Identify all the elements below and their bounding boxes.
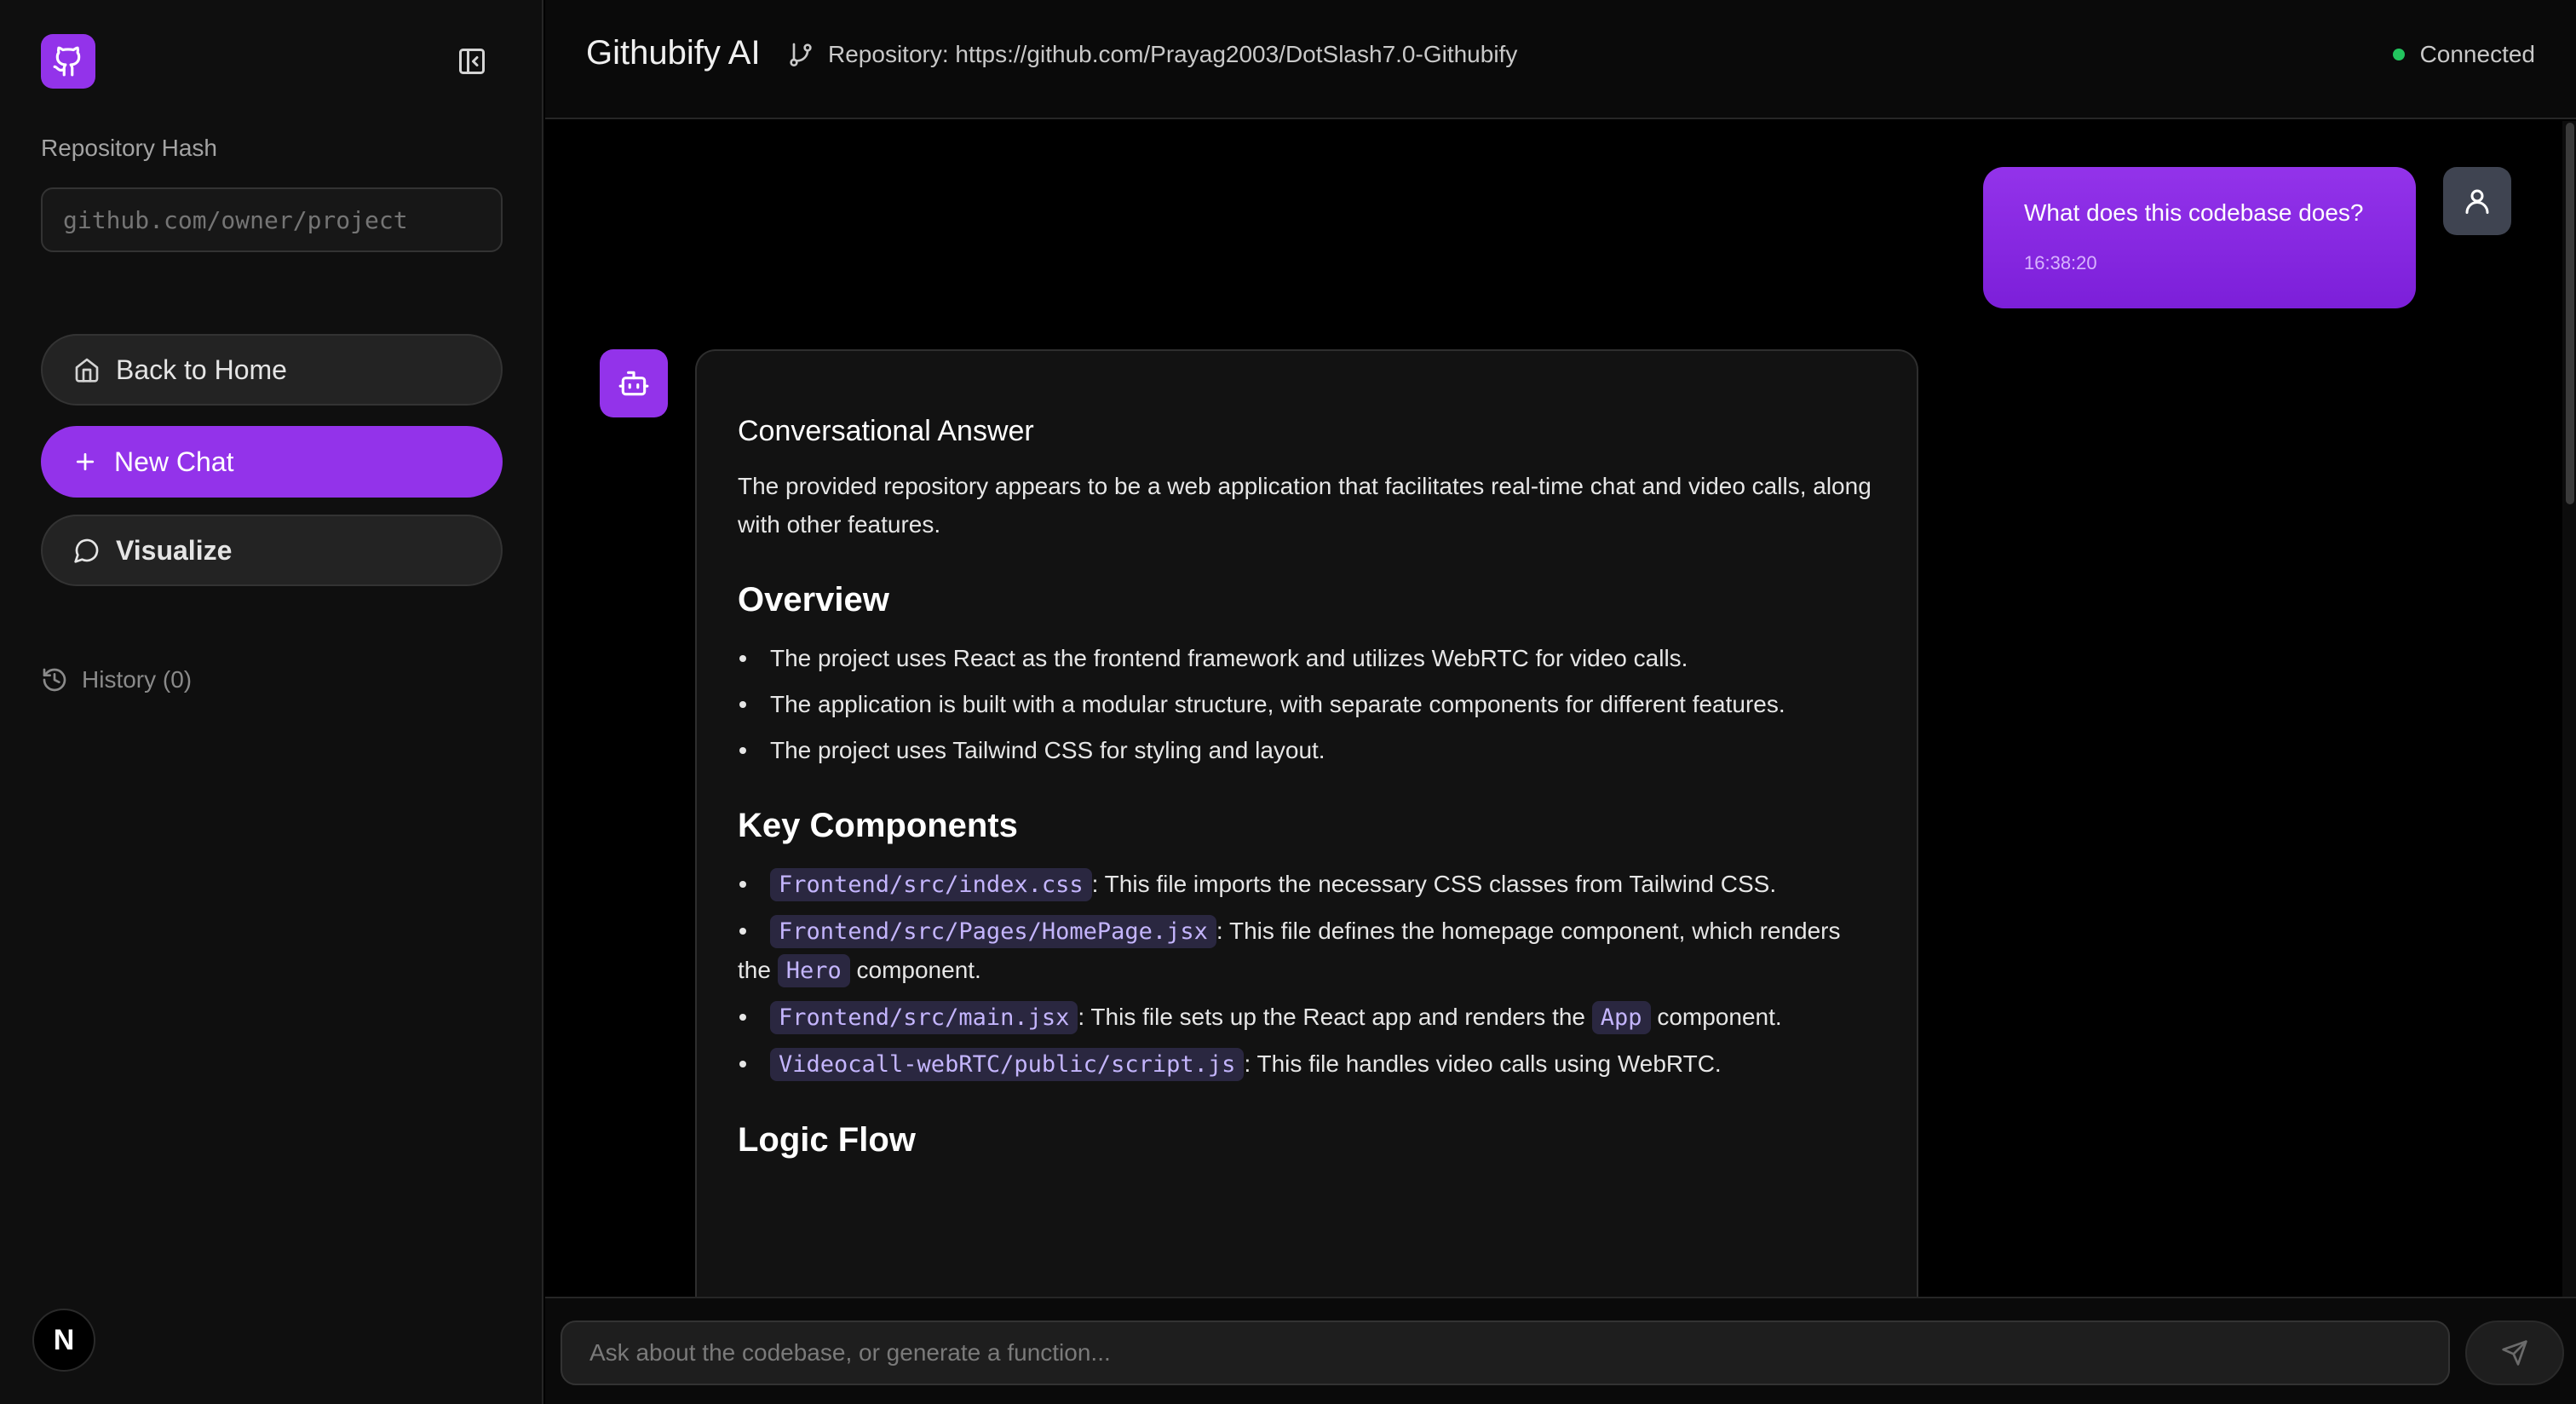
user-avatar-n[interactable]: N [32,1309,95,1372]
component-description: : This file imports the necessary CSS cl… [1091,871,1777,897]
inline-code: Frontend/src/Pages/HomePage.jsx [770,915,1216,948]
bot-message-card: Conversational Answer The provided repos… [695,349,1918,1297]
home-icon [70,353,104,387]
chat-scrollbar[interactable] [2562,121,2576,1297]
message-composer [545,1297,2576,1404]
back-to-home-button[interactable]: Back to Home [41,334,503,406]
git-branch-icon [790,43,812,66]
history-icon [43,668,66,692]
inline-code: Frontend/src/main.jsx [770,1001,1078,1034]
user-message-bubble: What does this codebase does? 16:38:20 [1983,167,2416,308]
components-list: Frontend/src/index.css: This file import… [738,865,1876,1084]
overview-heading: Overview [738,581,889,619]
app-title: Githubify AI [586,34,761,72]
user-icon [2465,189,2489,214]
visualize-button[interactable]: Visualize [41,515,503,586]
status-dot-icon [2392,49,2405,60]
answer-intro: The provided repository appears to be a … [738,473,1872,538]
list-item: Frontend/src/main.jsx: This file sets up… [738,998,1876,1037]
repo-hash-label: Repository Hash [41,135,217,161]
inline-code: App [1591,1001,1651,1034]
app-logo[interactable] [41,34,95,89]
plus-icon [68,445,102,479]
bot-icon [618,371,649,396]
user-message-time: 16:38:20 [2024,252,2097,273]
user-message-text: What does this codebase does? [2024,199,2364,226]
status-label: Connected [2419,41,2535,67]
list-item: The project uses Tailwind CSS for stylin… [738,731,1876,769]
component-description: : This file sets up the React app and re… [1078,1004,1592,1030]
history-section[interactable]: History (0) [41,666,192,693]
list-item: Frontend/src/Pages/HomePage.jsx: This fi… [738,912,1876,990]
new-chat-label: New Chat [114,446,234,477]
send-button[interactable] [2465,1321,2564,1385]
scrollbar-thumb[interactable] [2566,123,2574,504]
inline-code: Frontend/src/index.css [770,868,1092,901]
component-description: component. [849,957,981,983]
chat-header: Githubify AI Repository: https://github.… [545,0,2576,119]
key-components-heading: Key Components [738,807,1018,844]
sidebar: Repository Hash Back to Home New Chat Vi… [0,0,543,1404]
component-description: component. [1650,1004,1782,1030]
inline-code: Videocall-webRTC/public/script.js [770,1048,1245,1081]
inline-code: Hero [777,954,850,987]
list-item: The application is built with a modular … [738,685,1876,723]
chat-messages[interactable]: What does this codebase does? 16:38:20 C… [545,121,2576,1297]
chat-bubble-icon [70,533,104,567]
back-to-home-label: Back to Home [116,354,287,385]
user-avatar [2443,167,2511,235]
overview-list: The project uses React as the frontend f… [738,639,1876,769]
new-chat-button[interactable]: New Chat [41,426,503,498]
answer-heading: Conversational Answer [738,415,1034,447]
sidebar-collapse-icon [459,49,485,74]
github-icon [53,46,81,77]
history-label: History (0) [82,666,193,693]
connection-status: Connected [2392,41,2535,68]
visualize-label: Visualize [116,534,233,566]
list-item: The project uses React as the frontend f… [738,639,1876,677]
repository-url: Repository: https://github.com/Prayag200… [828,41,1518,67]
list-item: Videocall-webRTC/public/script.js: This … [738,1044,1876,1084]
repo-hash-input[interactable] [41,187,503,252]
send-icon [2502,1340,2527,1366]
logic-flow-heading: Logic Flow [738,1121,916,1159]
list-item: Frontend/src/index.css: This file import… [738,865,1876,904]
chat-input[interactable] [561,1321,2450,1385]
bot-avatar [600,349,668,417]
sidebar-collapse-button[interactable] [453,43,491,80]
component-description: : This file handles video calls using We… [1244,1050,1722,1077]
